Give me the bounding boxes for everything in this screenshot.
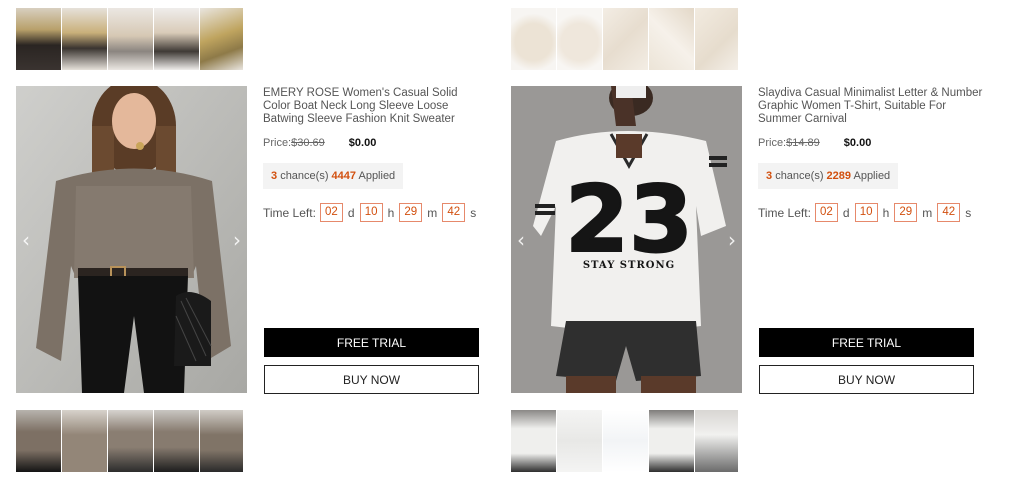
- price-row: Price: $30.69 $0.00: [263, 137, 488, 149]
- chance-text: chance(s): [775, 170, 824, 182]
- thumbnail-image[interactable]: [649, 410, 695, 472]
- thumbnail-image[interactable]: [603, 8, 649, 70]
- top-thumbnail-strip-right: [511, 8, 739, 70]
- chance-text: chance(s): [280, 170, 329, 182]
- timer-unit-s: s: [470, 205, 477, 220]
- timer-hours: 10: [854, 203, 878, 222]
- chance-count: 3: [766, 170, 773, 182]
- product-main-image[interactable]: ‹ ›: [16, 86, 247, 393]
- sweater-model-photo: [16, 86, 247, 393]
- timer-seconds: 42: [937, 203, 961, 222]
- chevron-right-icon[interactable]: ›: [233, 228, 241, 252]
- thumbnail-image[interactable]: [154, 410, 200, 472]
- product-title[interactable]: EMERY ROSE Women's Casual Solid Color Bo…: [263, 87, 488, 126]
- countdown-timer: Time Left: 02 d 10 h 29 m 42 s: [263, 203, 488, 222]
- thumbnail-image[interactable]: [649, 8, 695, 70]
- product-info: EMERY ROSE Women's Casual Solid Color Bo…: [263, 87, 488, 222]
- thumbnail-image[interactable]: [695, 410, 739, 472]
- applied-text: Applied: [358, 170, 396, 182]
- thumbnail-image[interactable]: [62, 410, 108, 472]
- thumbnail-image[interactable]: [108, 8, 154, 70]
- thumbnail-image[interactable]: [511, 410, 557, 472]
- shirt-number-print: 23: [565, 166, 693, 273]
- price-label: Price:: [758, 137, 787, 149]
- applied-count: 4447: [331, 170, 357, 182]
- price-row: Price: $14.89 $0.00: [758, 137, 983, 149]
- timer-unit-m: m: [922, 205, 933, 220]
- original-price: $14.89: [786, 137, 820, 149]
- thumbnail-image[interactable]: [154, 8, 200, 70]
- timer-hours: 10: [359, 203, 383, 222]
- thumbnail-image[interactable]: [200, 410, 244, 472]
- timer-unit-h: h: [387, 205, 395, 220]
- price-label: Price:: [263, 137, 292, 149]
- thumbnail-image[interactable]: [603, 410, 649, 472]
- chevron-left-icon[interactable]: ‹: [517, 228, 525, 252]
- buy-now-button[interactable]: BUY NOW: [759, 365, 974, 394]
- chance-count: 3: [271, 170, 278, 182]
- timer-days: 02: [814, 203, 838, 222]
- timer-unit-d: d: [842, 205, 850, 220]
- thumbnail-image[interactable]: [16, 8, 62, 70]
- timer-minutes: 29: [894, 203, 918, 222]
- timer-days: 02: [319, 203, 343, 222]
- thumbnail-image[interactable]: [108, 410, 154, 472]
- chevron-right-icon[interactable]: ›: [728, 228, 736, 252]
- shirt-slogan-print: STAY STRONG: [583, 260, 675, 271]
- bottom-thumbnail-strip-right: [511, 410, 739, 472]
- product-info: Slaydiva Casual Minimalist Letter & Numb…: [758, 87, 983, 222]
- buy-now-button[interactable]: BUY NOW: [264, 365, 479, 394]
- time-left-label: Time Left:: [263, 205, 316, 220]
- bottom-thumbnail-strip-left: [16, 410, 244, 472]
- timer-seconds: 42: [442, 203, 466, 222]
- thumbnail-image[interactable]: [511, 8, 557, 70]
- timer-unit-h: h: [882, 205, 890, 220]
- original-price: $30.69: [291, 137, 325, 149]
- countdown-timer: Time Left: 02 d 10 h 29 m 42 s: [758, 203, 983, 222]
- timer-unit-s: s: [965, 205, 972, 220]
- chance-badge: 3 chance(s) 4447 Applied: [263, 163, 404, 189]
- product-title[interactable]: Slaydiva Casual Minimalist Letter & Numb…: [758, 87, 983, 126]
- thumbnail-image[interactable]: [557, 410, 603, 472]
- thumbnail-image[interactable]: [557, 8, 603, 70]
- top-thumbnail-strip-left: [16, 8, 244, 70]
- tshirt-model-photo: 23 STAY STRONG: [511, 86, 742, 393]
- applied-text: Applied: [853, 170, 891, 182]
- trial-price: $0.00: [843, 137, 872, 149]
- timer-unit-m: m: [427, 205, 438, 220]
- free-trial-button[interactable]: FREE TRIAL: [759, 328, 974, 357]
- thumbnail-image[interactable]: [62, 8, 108, 70]
- timer-unit-d: d: [347, 205, 355, 220]
- timer-minutes: 29: [399, 203, 423, 222]
- thumbnail-image[interactable]: [695, 8, 739, 70]
- chevron-left-icon[interactable]: ‹: [22, 228, 30, 252]
- trial-price: $0.00: [348, 137, 377, 149]
- free-trial-button[interactable]: FREE TRIAL: [264, 328, 479, 357]
- product-main-image[interactable]: 23 STAY STRONG ‹ ›: [511, 86, 742, 393]
- time-left-label: Time Left:: [758, 205, 811, 220]
- applied-count: 2289: [826, 170, 852, 182]
- thumbnail-image[interactable]: [16, 410, 62, 472]
- thumbnail-image[interactable]: [200, 8, 244, 70]
- chance-badge: 3 chance(s) 2289 Applied: [758, 163, 899, 189]
